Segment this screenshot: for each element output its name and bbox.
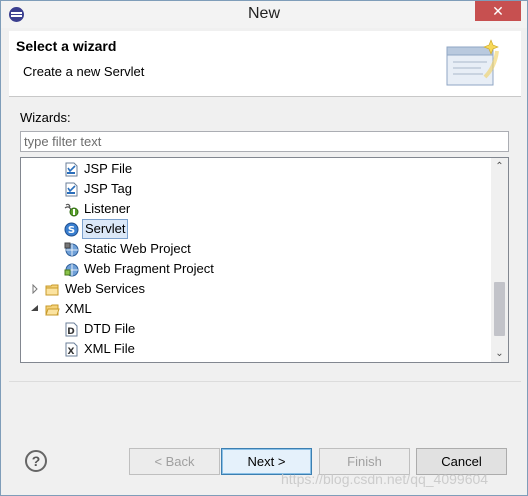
title-bar: New ✕ <box>1 1 527 28</box>
xml-file-icon: X <box>65 342 78 357</box>
new-wizard-dialog: New ✕ Select a wizard Create a new Servl… <box>0 0 528 496</box>
tree-scrollbar[interactable]: ⌃ ⌄ <box>491 158 508 362</box>
tree-item-dtd-file[interactable]: D DTD File <box>21 319 491 339</box>
window-title: New <box>247 5 280 22</box>
watermark: https://blog.csdn.net/qq_4099604 <box>281 471 489 487</box>
back-button[interactable]: < Back <box>129 448 220 475</box>
help-button[interactable]: ? <box>25 450 47 472</box>
svg-text:X: X <box>68 347 75 357</box>
tree-item-label: Servlet <box>82 219 129 239</box>
wizard-banner-icon <box>446 39 499 86</box>
scroll-thumb[interactable] <box>494 282 505 336</box>
static-web-project-icon <box>64 242 79 257</box>
chevron-right-icon[interactable] <box>30 284 40 294</box>
dtd-file-icon: D <box>65 322 78 337</box>
tree-item-label: XML File <box>84 341 135 356</box>
folder-icon <box>45 284 59 296</box>
tree-item-web-fragment-project[interactable]: Web Fragment Project <box>21 259 491 279</box>
header-description: Create a new Servlet <box>23 64 145 79</box>
folder-open-icon <box>45 304 60 316</box>
wizards-label: Wizards: <box>20 110 71 125</box>
tree-item-web-services[interactable]: Web Services <box>21 279 491 299</box>
jsp-tag-icon <box>65 182 78 197</box>
tree-item-jsp-file[interactable]: JSP File <box>21 159 491 179</box>
jsp-file-icon <box>65 162 78 177</box>
tree-item-jsp-tag[interactable]: JSP Tag <box>21 179 491 199</box>
scroll-up-arrow-icon[interactable]: ⌃ <box>491 158 508 175</box>
tree-item-xml-file[interactable]: X XML File <box>21 339 491 359</box>
tree-item-label: DTD File <box>84 321 136 336</box>
separator <box>9 381 521 382</box>
chevron-down-icon[interactable] <box>30 304 40 314</box>
wizard-header: Select a wizard Create a new Servlet <box>9 31 521 97</box>
tree-item-label: XML <box>65 301 92 316</box>
tree-item-xml[interactable]: XML <box>21 299 491 319</box>
web-fragment-project-icon <box>64 263 79 277</box>
tree-item-servlet[interactable]: S Servlet <box>21 219 491 239</box>
filter-input[interactable] <box>20 131 509 152</box>
tree-item-static-web-project[interactable]: Static Web Project <box>21 239 491 259</box>
tree-item-label: Web Services <box>65 281 145 296</box>
close-button[interactable]: ✕ <box>475 1 521 21</box>
tree-item-listener[interactable]: Listener <box>21 199 491 219</box>
servlet-icon: S <box>64 222 79 237</box>
svg-text:S: S <box>68 225 75 236</box>
header-title: Select a wizard <box>16 38 117 54</box>
tree-item-label: JSP Tag <box>84 181 132 196</box>
wizard-tree[interactable]: JSP File JSP Tag Listener S Servlet Stat… <box>20 157 509 363</box>
tree-item-label: JSP File <box>84 161 133 176</box>
tree-item-label: Web Fragment Project <box>84 261 214 276</box>
svg-text:D: D <box>67 327 74 337</box>
scroll-down-arrow-icon[interactable]: ⌄ <box>491 345 508 362</box>
tree-item-label: Listener <box>84 201 131 216</box>
listener-icon <box>64 203 79 217</box>
tree-item-label: Static Web Project <box>84 241 191 256</box>
